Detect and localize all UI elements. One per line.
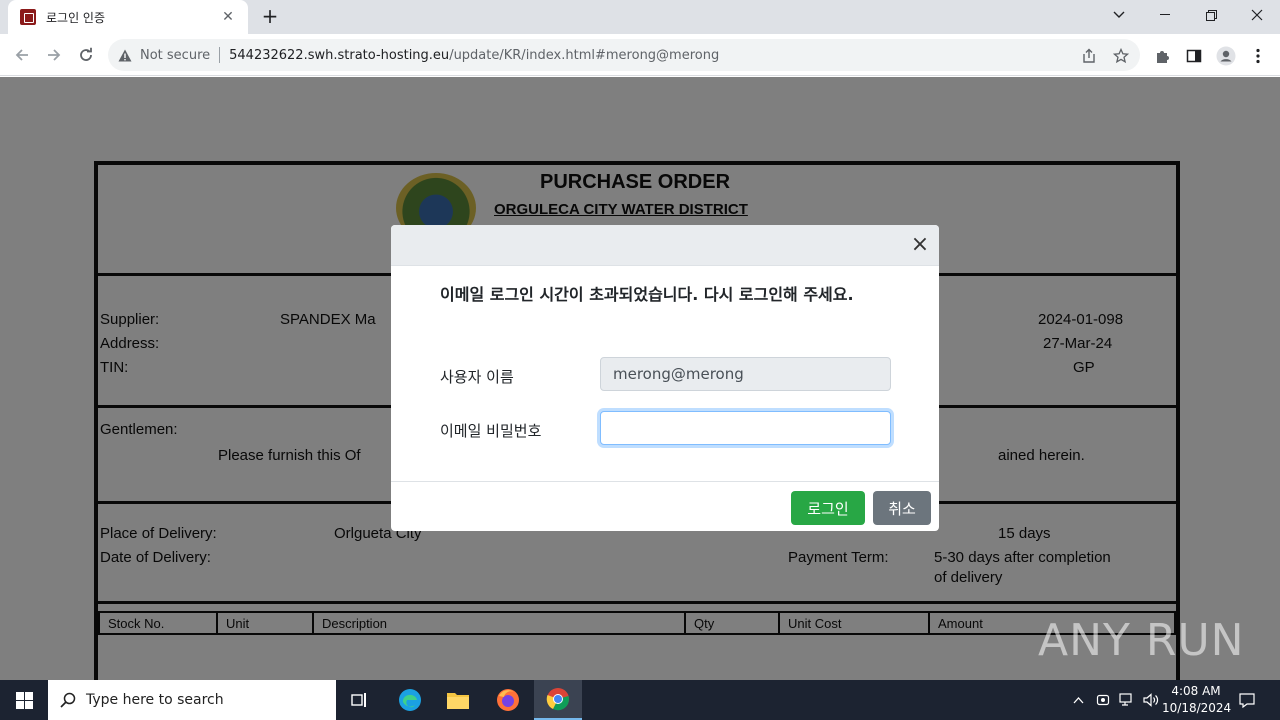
profile-avatar-icon[interactable] [1216, 46, 1236, 66]
login-button[interactable]: 로그인 [791, 491, 865, 525]
search-icon [60, 692, 76, 708]
omnibox-divider [219, 47, 221, 63]
minimize-icon[interactable] [1142, 0, 1188, 30]
tab-title: 로그인 인증 [46, 10, 106, 25]
url-path: /update/KR/index.html#merong@merong [449, 47, 720, 63]
task-view-icon[interactable] [336, 680, 384, 720]
username-label: 사용자 이름 [440, 368, 514, 386]
address-bar[interactable]: Not secure 544232622.swh.strato-hosting.… [108, 39, 1140, 71]
share-icon[interactable] [1080, 47, 1098, 65]
login-dialog: × 이메일 로그인 시간이 초과되었습니다. 다시 로그인해 주세요. 사용자 … [391, 225, 939, 531]
system-clock[interactable]: 4:08 AM 10/18/2024 [1162, 683, 1232, 717]
tab-close-icon[interactable]: ✕ [218, 9, 238, 25]
password-label: 이메일 비밀번호 [440, 422, 542, 440]
firefox-icon[interactable] [484, 680, 532, 720]
dialog-body: 이메일 로그인 시간이 초과되었습니다. 다시 로그인해 주세요. 사용자 이름… [391, 266, 939, 481]
taskbar-search[interactable]: Type here to search [48, 680, 336, 720]
tab-strip: 로그인 인증 ✕ + [0, 0, 1280, 34]
windows-start-icon[interactable] [0, 680, 48, 720]
restore-icon[interactable] [1188, 0, 1234, 30]
extensions-puzzle-icon[interactable] [1152, 46, 1172, 66]
tab-search-chevron-icon[interactable] [1096, 0, 1142, 30]
clock-date: 10/18/2024 [1162, 701, 1232, 715]
cancel-button[interactable]: 취소 [873, 491, 931, 525]
bookmark-star-icon[interactable] [1112, 47, 1130, 65]
dialog-footer: 로그인 취소 [391, 481, 939, 531]
side-panel-icon[interactable] [1184, 46, 1204, 66]
browser-toolbar: Not secure 544232622.swh.strato-hosting.… [0, 34, 1280, 76]
username-field[interactable] [600, 357, 891, 391]
search-placeholder: Type here to search [86, 692, 224, 708]
taskbar: Type here to search 4:08 AM 10/18/2024 [0, 680, 1280, 720]
url-host: 544232622.swh.strato-hosting.eu [229, 47, 450, 63]
meet-now-icon[interactable] [1092, 680, 1114, 720]
anyrun-watermark: ANY RUN [1038, 610, 1245, 670]
edge-browser-icon[interactable] [386, 680, 434, 720]
dialog-header: × [391, 225, 939, 266]
not-secure-label[interactable]: Not secure [140, 48, 210, 63]
browser-tab[interactable]: 로그인 인증 ✕ [8, 0, 248, 34]
session-expired-message: 이메일 로그인 시간이 초과되었습니다. 다시 로그인해 주세요. [440, 285, 854, 304]
warning-icon[interactable] [118, 49, 132, 62]
window-close-icon[interactable] [1234, 0, 1280, 30]
forward-arrow-icon[interactable] [40, 41, 68, 69]
password-field[interactable] [600, 411, 891, 445]
notification-icon[interactable] [1232, 680, 1262, 720]
volume-icon[interactable] [1140, 680, 1162, 720]
back-arrow-icon[interactable] [8, 41, 36, 69]
favicon-icon [20, 9, 36, 25]
dialog-close-icon[interactable]: × [910, 234, 930, 256]
chrome-icon[interactable] [534, 680, 582, 720]
tray-chevron-up-icon[interactable] [1068, 680, 1088, 720]
menu-kebab-icon[interactable] [1248, 46, 1268, 66]
network-icon[interactable] [1116, 680, 1138, 720]
reload-icon[interactable] [72, 41, 100, 69]
file-explorer-icon[interactable] [434, 680, 482, 720]
watermark-text: ANY RUN [1038, 614, 1245, 666]
clock-time: 4:08 AM [1171, 684, 1221, 698]
new-tab-button[interactable]: + [258, 5, 282, 29]
